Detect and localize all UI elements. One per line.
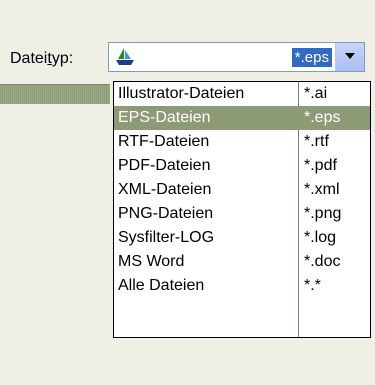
list-item[interactable]: XML-Dateien *.xml bbox=[114, 178, 370, 202]
list-item[interactable]: PNG-Dateien *.png bbox=[114, 202, 370, 226]
selected-file-type: *.eps bbox=[291, 48, 332, 67]
sailboat-icon bbox=[115, 47, 135, 67]
list-item[interactable]: MS Word *.doc bbox=[114, 250, 370, 274]
list-item-selected[interactable]: EPS-Dateien *.eps bbox=[114, 106, 370, 130]
background-panel bbox=[0, 84, 110, 104]
list-item[interactable]: PDF-Dateien *.pdf bbox=[114, 154, 370, 178]
file-type-label: Dateityp: bbox=[10, 50, 74, 67]
list-item[interactable]: RTF-Dateien *.rtf bbox=[114, 130, 370, 154]
file-type-list[interactable]: Illustrator-Dateien *.ai EPS-Dateien *.e… bbox=[113, 81, 371, 338]
file-type-combobox[interactable]: *.eps bbox=[108, 42, 365, 72]
list-item[interactable]: Illustrator-Dateien *.ai bbox=[114, 82, 370, 106]
list-item[interactable]: Sysfilter-LOG *.log bbox=[114, 226, 370, 250]
dropdown-button[interactable] bbox=[335, 43, 364, 71]
list-item[interactable]: Alle Dateien *.* bbox=[114, 274, 370, 298]
chevron-down-icon bbox=[345, 53, 355, 59]
